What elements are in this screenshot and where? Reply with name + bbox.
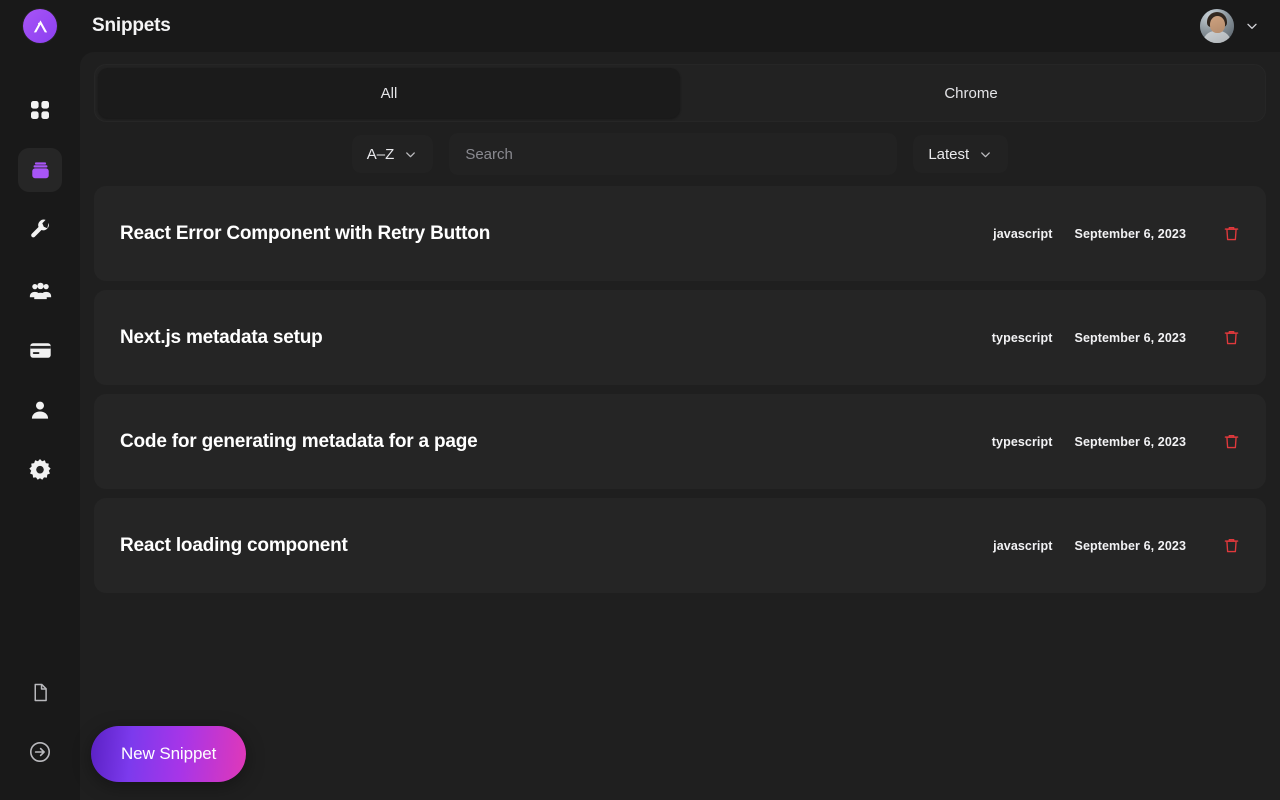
order-select-label: Latest (928, 145, 970, 163)
page-title: Snippets (92, 15, 171, 36)
box-snippets-icon (31, 161, 49, 178)
sidebar-item-logout[interactable] (20, 732, 60, 772)
person-account-icon (31, 401, 49, 419)
avatar[interactable] (1200, 9, 1234, 43)
list-item[interactable]: React loading component javascript Septe… (94, 498, 1266, 593)
tab-bar: All Chrome (94, 64, 1266, 122)
sidebar-item-dashboard[interactable] (18, 88, 62, 132)
snippet-meta: typescript September 6, 2023 (992, 429, 1244, 455)
app-root: Snippets All Chrome A–Z Search Latest Re… (0, 0, 1280, 800)
right-column: Snippets All Chrome A–Z Search Latest Re… (80, 0, 1280, 800)
snippet-date: September 6, 2023 (1074, 330, 1186, 345)
chevron-down-icon (981, 151, 991, 157)
delete-snippet-button[interactable] (1218, 221, 1244, 247)
delete-snippet-button[interactable] (1218, 533, 1244, 559)
avatar-shading (1200, 9, 1234, 43)
snippet-title: Code for generating metadata for a page (120, 430, 478, 452)
list-item[interactable]: React Error Component with Retry Button … (94, 186, 1266, 281)
sort-select-label: A–Z (366, 145, 395, 163)
snippet-list: React Error Component with Retry Button … (94, 186, 1266, 800)
snippet-language: javascript (993, 538, 1053, 553)
order-select[interactable]: Latest (913, 135, 1009, 173)
sidebar (0, 0, 80, 800)
topbar: Snippets (80, 0, 1280, 52)
document-file-icon (34, 683, 47, 701)
trash-delete-icon (1224, 226, 1238, 241)
sidebar-item-settings[interactable] (18, 448, 62, 492)
list-item[interactable]: Code for generating metadata for a page … (94, 394, 1266, 489)
trash-delete-icon (1224, 538, 1238, 553)
sort-select[interactable]: A–Z (351, 135, 434, 173)
sidebar-nav-top (18, 88, 62, 492)
sidebar-item-docs[interactable] (20, 672, 60, 712)
snippet-title: Next.js metadata setup (120, 326, 323, 348)
credit-card-billing-icon (29, 342, 51, 358)
main-panel: All Chrome A–Z Latest (80, 52, 1280, 800)
snippet-meta: javascript September 6, 2023 (993, 533, 1244, 559)
snippet-date: September 6, 2023 (1074, 434, 1186, 449)
trash-delete-icon (1224, 330, 1238, 345)
trash-delete-icon (1224, 434, 1238, 449)
snippet-date: September 6, 2023 (1074, 226, 1186, 241)
app-logo-arrow-icon (33, 19, 47, 32)
snippet-title: React loading component (120, 534, 348, 556)
grid-dashboard-icon (31, 101, 49, 119)
sidebar-item-billing[interactable] (18, 328, 62, 372)
tab-all[interactable]: All (98, 68, 680, 118)
search-input[interactable] (449, 133, 898, 175)
wrench-tools-icon (31, 219, 49, 238)
new-snippet-button[interactable]: New Snippet (91, 726, 247, 782)
search-field-wrapper (449, 133, 898, 175)
snippet-language: typescript (991, 330, 1053, 345)
sidebar-item-snippets[interactable] (18, 148, 62, 192)
snippet-meta: typescript September 6, 2023 (992, 325, 1244, 351)
filter-bar: A–Z Latest (94, 122, 1266, 186)
tab-chrome[interactable]: Chrome (680, 68, 1262, 118)
sidebar-item-team[interactable] (18, 268, 62, 312)
sidebar-nav-bottom (20, 672, 60, 772)
snippet-date: September 6, 2023 (1074, 538, 1186, 553)
user-menu[interactable] (1200, 9, 1260, 43)
sidebar-item-account[interactable] (18, 388, 62, 432)
delete-snippet-button[interactable] (1218, 429, 1244, 455)
sidebar-item-tools[interactable] (18, 208, 62, 252)
people-team-icon (29, 282, 51, 299)
snippet-title: React Error Component with Retry Button (120, 222, 491, 244)
delete-snippet-button[interactable] (1218, 325, 1244, 351)
gear-settings-icon (29, 459, 51, 480)
list-item[interactable]: Next.js metadata setup typescript Septem… (94, 290, 1266, 385)
app-logo[interactable] (23, 9, 57, 43)
chevron-down-icon[interactable] (1244, 18, 1260, 34)
snippet-language: typescript (991, 434, 1053, 449)
snippet-meta: javascript September 6, 2023 (993, 221, 1244, 247)
chevron-down-icon (406, 151, 416, 157)
arrow-right-circle-logout-icon (30, 742, 50, 762)
snippet-language: javascript (993, 226, 1053, 241)
